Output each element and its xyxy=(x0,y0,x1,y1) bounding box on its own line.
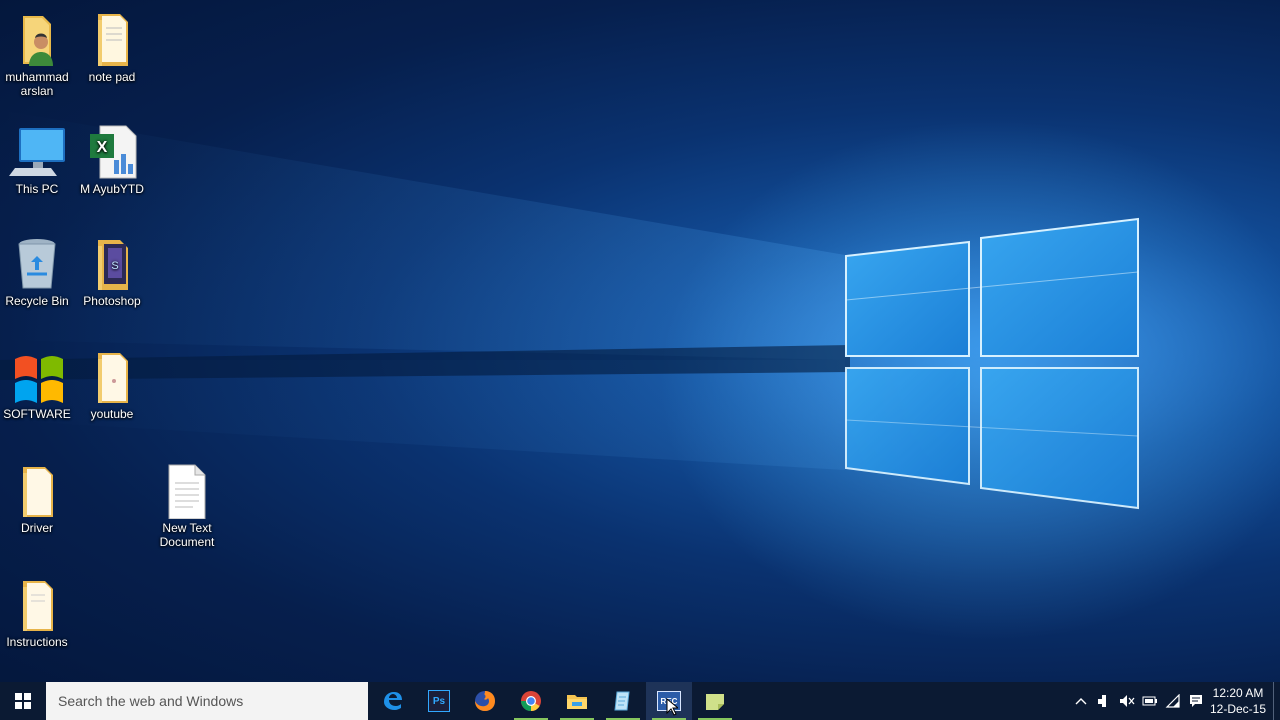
icon-label: Driver xyxy=(21,521,53,535)
icon-label: M AyubYTD xyxy=(80,182,144,196)
desktop-icon-software[interactable]: SOFTWARE xyxy=(0,349,74,421)
svg-text:S: S xyxy=(111,260,118,272)
volume-button[interactable] xyxy=(1115,682,1138,720)
edge-icon xyxy=(384,692,402,710)
folder-icon xyxy=(9,463,65,519)
icon-label: SOFTWARE xyxy=(3,407,71,421)
clock-time: 12:20 AM xyxy=(1212,686,1264,700)
volume-muted-icon xyxy=(1119,695,1134,707)
desktop-icon-this-pc[interactable]: This PC xyxy=(0,124,74,196)
taskbar-file-explorer[interactable] xyxy=(554,682,600,720)
taskbar-chrome[interactable] xyxy=(508,682,554,720)
icon-label: Recycle Bin xyxy=(5,294,69,308)
svg-text:X: X xyxy=(97,139,108,156)
icon-label: note pad xyxy=(88,70,136,84)
desktop-icon-instructions[interactable]: Instructions xyxy=(0,577,74,649)
taskbar-apps: Ps REC xyxy=(370,682,738,720)
photoshop-icon-text: Ps xyxy=(432,695,446,707)
desktop-icon-m-ayubytd[interactable]: X M AyubYTD xyxy=(75,124,149,196)
folder-icon: S xyxy=(84,236,140,292)
icon-label: youtube xyxy=(90,407,134,421)
taskbar-sticky-notes[interactable] xyxy=(692,682,738,720)
chevron-up-icon xyxy=(1075,698,1086,705)
text-document-icon xyxy=(159,463,215,520)
taskbar: Ps REC xyxy=(0,682,1280,720)
icon-label: New Text Document xyxy=(159,521,215,549)
taskbar-notepad[interactable] xyxy=(600,682,646,720)
desktop-icon-note-pad[interactable]: note pad xyxy=(75,12,149,84)
wifi-button[interactable] xyxy=(1161,682,1184,720)
notepad-icon xyxy=(614,691,630,711)
firefox-icon xyxy=(475,691,495,711)
desktop-icon-new-text-document[interactable]: New Text Document xyxy=(150,463,224,549)
mouse-cursor-icon xyxy=(666,698,678,716)
windows-logo-wallpaper xyxy=(0,110,1280,640)
folder-icon xyxy=(84,12,140,68)
show-desktop-button[interactable] xyxy=(1273,682,1280,720)
desktop-icon-youtube[interactable]: youtube xyxy=(75,349,149,421)
battery-button[interactable] xyxy=(1138,682,1161,720)
taskbar-firefox[interactable] xyxy=(462,682,508,720)
taskbar-photoshop[interactable]: Ps xyxy=(416,682,462,720)
photoshop-icon: Ps xyxy=(428,690,450,712)
desktop-wallpaper xyxy=(0,0,1280,682)
file-explorer-icon xyxy=(567,695,587,709)
user-folder-icon xyxy=(9,12,65,68)
network-tray-button[interactable] xyxy=(1092,682,1115,720)
icon-label: Photoshop xyxy=(83,294,141,308)
desktop-icon-muhammad-arslan[interactable]: muhammad arslan xyxy=(0,12,74,98)
clock[interactable]: 12:20 AM 12-Dec-15 xyxy=(1207,685,1269,717)
folder-icon xyxy=(84,349,140,405)
wifi-icon xyxy=(1165,694,1180,708)
network-tray-icon xyxy=(1097,695,1106,707)
taskbar-edge[interactable] xyxy=(370,682,416,720)
desktop-icon-driver[interactable]: Driver xyxy=(0,463,74,535)
folder-icon xyxy=(9,577,65,633)
windows-logo-icon xyxy=(9,349,65,405)
desktop-icon-photoshop[interactable]: S Photoshop xyxy=(75,236,149,308)
battery-icon xyxy=(1142,696,1157,706)
system-tray: 12:20 AM 12-Dec-15 xyxy=(1069,682,1280,720)
action-center-icon xyxy=(1189,695,1202,707)
icon-label: muhammad arslan xyxy=(5,70,69,98)
icon-label: Instructions xyxy=(6,635,68,649)
sticky-notes-icon xyxy=(706,694,724,710)
search-box[interactable] xyxy=(46,682,368,720)
search-input[interactable] xyxy=(56,692,360,710)
computer-icon xyxy=(9,124,65,180)
clock-date: 12-Dec-15 xyxy=(1209,702,1267,716)
excel-file-icon: X xyxy=(84,124,140,180)
chrome-icon xyxy=(520,691,541,712)
recycle-bin-icon xyxy=(9,236,65,292)
start-button[interactable] xyxy=(0,682,46,720)
action-center-button[interactable] xyxy=(1184,682,1207,720)
windows-start-icon xyxy=(15,693,31,709)
show-hidden-icons-button[interactable] xyxy=(1069,682,1092,720)
desktop-icon-recycle-bin[interactable]: Recycle Bin xyxy=(0,236,74,308)
icon-label: This PC xyxy=(15,182,59,196)
